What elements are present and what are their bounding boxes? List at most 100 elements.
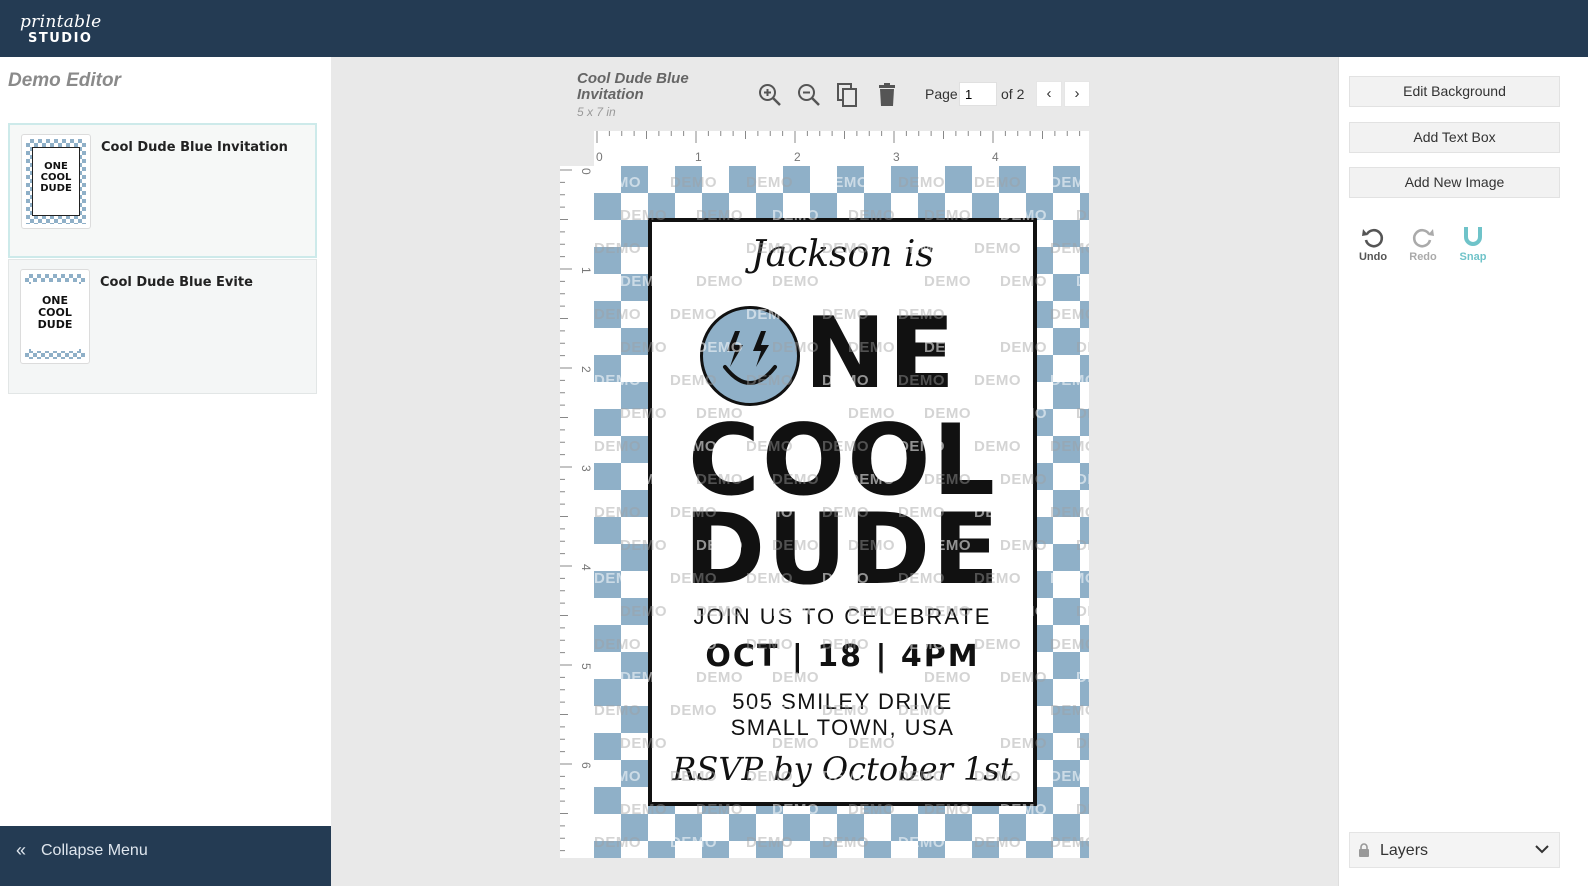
watermark-text: DEMO xyxy=(594,834,641,851)
design-item-evite[interactable]: ONE COOL DUDE Cool Dude Blue Evite xyxy=(8,259,317,394)
dude-text[interactable]: DUDE xyxy=(652,501,1033,599)
watermark-text: DEMO xyxy=(1076,669,1089,686)
design-thumbnail: ONE COOL DUDE xyxy=(20,269,90,364)
design-item-invitation[interactable]: ONE COOL DUDE Cool Dude Blue Invitation xyxy=(8,123,317,258)
edit-background-button[interactable]: Edit Background xyxy=(1349,76,1560,107)
watermark-text: DEMO xyxy=(594,372,641,389)
thumbnail-text-one: ONE xyxy=(44,161,68,172)
watermark-text: DEMO xyxy=(1050,768,1089,785)
redo-icon xyxy=(1412,228,1434,248)
watermark-text: DEMO xyxy=(594,306,641,323)
watermark-text: DEMO xyxy=(670,834,717,851)
one-row: NE xyxy=(700,302,1000,410)
watermark-text: DEMO xyxy=(1050,570,1089,587)
watermark-text: DEMO xyxy=(1076,273,1089,290)
previous-page-button[interactable]: ‹ xyxy=(1036,81,1062,107)
ruler-label: 1 xyxy=(579,267,593,274)
invitation-card[interactable]: Jackson is NE COOL DUDE JOIN US TO CELEB… xyxy=(648,218,1037,806)
collapse-menu-label: Collapse Menu xyxy=(41,842,148,859)
collapse-menu-button[interactable]: « Collapse Menu xyxy=(0,826,331,886)
snap-label: Snap xyxy=(1459,251,1487,263)
name-line-text[interactable]: Jackson is xyxy=(652,234,1033,275)
watermark-text: DEMO xyxy=(1076,207,1089,224)
redo-button[interactable]: Redo xyxy=(1403,225,1443,263)
trash-icon[interactable] xyxy=(874,82,900,108)
rsvp-text[interactable]: RSVP by October 1st xyxy=(652,750,1033,788)
ruler-label: 0 xyxy=(579,168,593,175)
undo-icon xyxy=(1362,228,1384,248)
left-sidebar: Demo Editor ONE COOL DUDE Cool Dude Blue… xyxy=(0,57,331,886)
app-logo[interactable]: printable STUDIO xyxy=(14,12,110,48)
page-number-input[interactable] xyxy=(959,82,997,106)
thumbnail-card: ONE COOL DUDE xyxy=(32,147,80,216)
thumbnail-bg: ONE COOL DUDE xyxy=(25,274,85,359)
document-title: Cool Dude Blue Invitation xyxy=(577,71,689,103)
thumbnail-text-one: ONE xyxy=(41,294,69,307)
layers-label: Layers xyxy=(1380,842,1429,859)
layers-dropdown[interactable]: Layers xyxy=(1349,832,1560,868)
zoom-out-icon[interactable] xyxy=(796,82,822,108)
watermark-text: DEMO xyxy=(1050,372,1089,389)
watermark-text: DEMO xyxy=(1076,405,1089,422)
page-label: Page xyxy=(925,86,958,102)
watermark-text: DEMO xyxy=(594,504,641,521)
next-page-button[interactable]: › xyxy=(1064,81,1090,107)
double-chevron-left-icon: « xyxy=(16,840,27,860)
watermark-text: DEMO xyxy=(898,834,945,851)
watermark-text: DEMO xyxy=(1076,471,1089,488)
ruler-label: 3 xyxy=(893,150,900,164)
watermark-text: DEMO xyxy=(1076,735,1089,752)
date-time-text[interactable]: OCT | 18 | 4PM xyxy=(652,639,1033,674)
thumbnail-card: ONE COOL DUDE xyxy=(31,282,79,351)
undo-label: Undo xyxy=(1358,251,1388,263)
snap-toggle[interactable]: Snap xyxy=(1453,225,1493,263)
smiley-face-icon[interactable] xyxy=(700,306,800,406)
right-panel: Edit Background Add Text Box Add New Ima… xyxy=(1338,57,1588,886)
chevron-right-icon: › xyxy=(1074,85,1080,102)
document-size: 5 x 7 in xyxy=(577,105,616,119)
thumbnail-text-dude: DUDE xyxy=(37,318,73,331)
design-name: Cool Dude Blue Invitation xyxy=(101,140,288,155)
watermark-text: DEMO xyxy=(822,834,869,851)
ruler-label: 4 xyxy=(992,150,999,164)
watermark-text: DEMO xyxy=(1076,339,1089,356)
watermark-text: DEMO xyxy=(594,768,641,785)
chevron-down-icon xyxy=(1535,845,1549,854)
ruler-corner xyxy=(560,131,594,166)
watermark-text: DEMO xyxy=(1050,702,1089,719)
address-line1-text[interactable]: 505 SMILEY DRIVE xyxy=(652,689,1033,715)
ruler-label: 6 xyxy=(579,762,593,769)
watermark-text: DEMO xyxy=(1050,504,1089,521)
add-new-image-button[interactable]: Add New Image xyxy=(1349,167,1560,198)
design-thumbnail: ONE COOL DUDE xyxy=(21,134,91,229)
watermark-text: DEMO xyxy=(594,174,641,191)
watermark-text: DEMO xyxy=(974,174,1021,191)
chevron-left-icon: ‹ xyxy=(1046,85,1052,102)
lock-icon xyxy=(1359,843,1369,857)
design-canvas[interactable]: Jackson is NE COOL DUDE JOIN US TO CELEB… xyxy=(594,166,1089,858)
address-line2-text[interactable]: SMALL TOWN, USA xyxy=(652,715,1033,741)
one-text[interactable]: NE xyxy=(804,302,957,406)
watermark-text: DEMO xyxy=(594,438,641,455)
watermark-text: DEMO xyxy=(594,240,641,257)
ruler-label: 2 xyxy=(794,150,801,164)
thumbnail-text-dude: DUDE xyxy=(40,183,72,194)
logo-script-text: printable xyxy=(20,12,102,32)
page-count: of 2 xyxy=(1001,86,1025,102)
undo-button[interactable]: Undo xyxy=(1353,225,1393,263)
document-title-line1: Cool Dude Blue xyxy=(577,70,689,87)
magnet-icon xyxy=(1464,227,1482,246)
zoom-in-icon[interactable] xyxy=(757,82,783,108)
join-us-text[interactable]: JOIN US TO CELEBRATE xyxy=(652,604,1033,630)
vertical-ruler: 0 1 2 3 4 5 6 xyxy=(560,166,594,858)
vertical-ruler-ticks: 0 1 2 3 4 5 6 xyxy=(560,168,593,852)
watermark-text: DEMO xyxy=(594,570,641,587)
copy-icon[interactable] xyxy=(835,82,861,108)
watermark-text: DEMO xyxy=(1050,240,1089,257)
ruler-label: 0 xyxy=(596,150,603,164)
ruler-label: 5 xyxy=(579,663,593,670)
watermark-text: DEMO xyxy=(1050,306,1089,323)
design-name: Cool Dude Blue Evite xyxy=(100,275,253,290)
watermark-text: DEMO xyxy=(1050,174,1089,191)
add-text-box-button[interactable]: Add Text Box xyxy=(1349,122,1560,153)
